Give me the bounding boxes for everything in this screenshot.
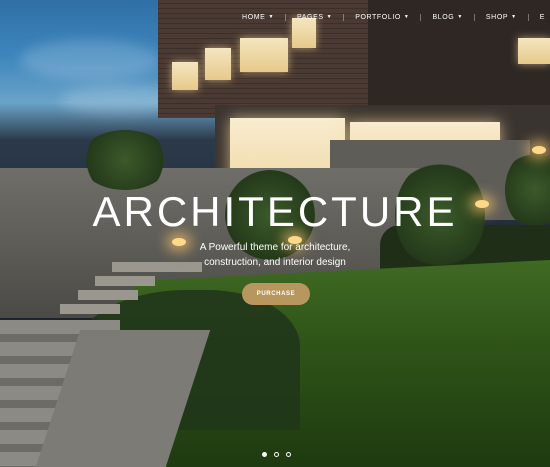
stair-step: [78, 290, 138, 300]
slider-dot-1[interactable]: [262, 452, 267, 457]
chevron-down-icon: ▼: [326, 14, 333, 20]
nav-item-portfolio[interactable]: PORTFOLIO ▼: [343, 13, 420, 21]
window: [172, 62, 198, 90]
hero-title: ARCHITECTURE: [92, 188, 458, 235]
window: [518, 38, 550, 64]
nav-item-label: BLOG: [432, 13, 455, 21]
chevron-down-icon: ▼: [268, 14, 275, 20]
nav-item-more[interactable]: E: [527, 13, 550, 21]
nav-item-shop[interactable]: SHOP ▼: [473, 13, 528, 21]
chevron-down-icon: ▼: [457, 14, 463, 20]
slider-dot-3[interactable]: [286, 452, 291, 457]
hero-subtitle-line: construction, and interior design: [204, 257, 346, 268]
nav-item-pages[interactable]: PAGES ▼: [285, 13, 343, 21]
main-nav: HOME ▼ PAGES ▼ PORTFOLIO ▼ BLOG ▼ SHOP ▼…: [231, 8, 550, 26]
slider-pagination: [262, 452, 291, 457]
cloud: [20, 40, 160, 80]
slider-dot-2[interactable]: [274, 452, 279, 457]
stair-step: [60, 304, 120, 314]
hero-subtitle: A Powerful theme for architecture, const…: [180, 240, 370, 270]
window: [205, 48, 231, 80]
window: [240, 38, 288, 72]
wall-lamp: [532, 146, 546, 154]
hero-subtitle-line: A Powerful theme for architecture,: [199, 242, 351, 253]
tree: [80, 130, 170, 190]
chevron-down-icon: ▼: [511, 14, 517, 20]
nav-item-blog[interactable]: BLOG ▼: [420, 13, 473, 21]
chevron-down-icon: ▼: [403, 14, 410, 20]
nav-item-label: PAGES: [297, 13, 324, 21]
nav-item-label: E: [539, 13, 545, 21]
stair-step: [95, 276, 155, 286]
purchase-button[interactable]: PURCHASE: [242, 283, 310, 305]
nav-item-label: PORTFOLIO: [355, 13, 401, 21]
nav-item-home[interactable]: HOME ▼: [231, 14, 285, 21]
nav-item-label: SHOP: [485, 13, 509, 21]
nav-item-label: HOME: [242, 13, 266, 21]
